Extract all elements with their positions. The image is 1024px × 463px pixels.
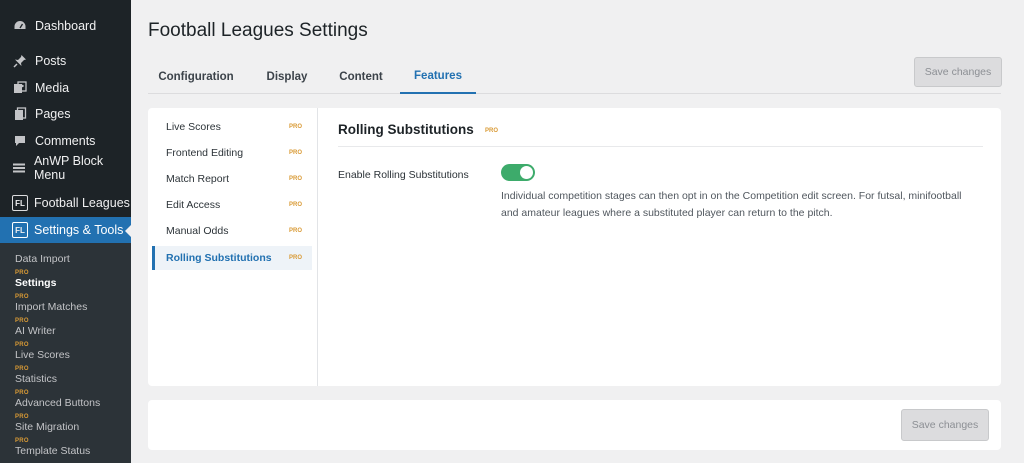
menu-label: Football Leagues <box>34 196 130 210</box>
fl-logo-icon: FL <box>12 195 28 211</box>
menu-label: Posts <box>35 54 67 68</box>
menu-label: Dashboard <box>35 19 97 33</box>
pin-icon <box>12 53 28 69</box>
submenu-item-import-matches[interactable]: Import Matches <box>15 301 87 313</box>
pro-badge: PRO <box>288 202 302 208</box>
pro-badge: PRO <box>15 366 29 372</box>
tab-configuration[interactable]: Configuration <box>150 60 242 94</box>
pro-badge: PRO <box>288 228 302 234</box>
pro-badge: PRO <box>15 390 29 396</box>
save-button-bottom[interactable]: Save changes <box>901 409 989 441</box>
pro-badge: PRO <box>288 150 302 156</box>
field-description: Individual competition stages can then o… <box>501 190 962 219</box>
settings-tabs: Configuration Display Content Features <box>148 60 1001 94</box>
menu-label: Settings & Tools <box>34 223 124 237</box>
pro-badge: PRO <box>15 318 29 324</box>
nav-label: Frontend Editing <box>166 147 244 159</box>
dashboard-icon <box>12 18 28 34</box>
toggle-knob <box>520 166 533 179</box>
media-icon <box>12 80 28 96</box>
features-nav-item-manual-odds[interactable]: Manual Odds PRO <box>152 219 312 243</box>
nav-label: Match Report <box>166 173 230 185</box>
tab-features[interactable]: Features <box>400 60 476 94</box>
nav-label: Live Scores <box>166 121 221 133</box>
features-nav-item-live-scores[interactable]: Live Scores PRO <box>152 115 312 139</box>
pro-badge: PRO <box>15 438 29 444</box>
nav-label: Manual Odds <box>166 225 229 237</box>
submenu-item-ai-writer[interactable]: AI Writer <box>15 325 56 337</box>
submenu-item-data-import[interactable]: Data Import <box>15 253 70 265</box>
pro-badge: PRO <box>15 342 29 348</box>
nav-label: Rolling Substitutions <box>166 252 272 264</box>
features-panel: Live Scores PRO Frontend Editing PRO Mat… <box>148 108 1001 386</box>
menu-item-posts[interactable]: Posts <box>0 48 131 74</box>
menu-label: Comments <box>35 134 96 148</box>
menu-item-comments[interactable]: Comments <box>0 128 131 154</box>
menu-label: Media <box>35 81 70 95</box>
pro-badge: PRO <box>485 128 499 134</box>
footer-panel <box>148 400 1001 450</box>
submenu-item-live-scores[interactable]: Live Scores <box>15 349 70 361</box>
save-button-top[interactable]: Save changes <box>914 57 1002 87</box>
submenu-item-template-status[interactable]: Template Status <box>15 445 90 457</box>
page-title: Football Leagues Settings <box>148 20 368 41</box>
pro-badge: PRO <box>15 294 29 300</box>
features-nav-item-edit-access[interactable]: Edit Access PRO <box>152 193 312 217</box>
admin-sidebar: Dashboard Posts Media Pages Comments AnW… <box>0 0 131 463</box>
menu-item-football-leagues[interactable]: FL Football Leagues <box>0 190 131 216</box>
pro-badge: PRO <box>288 176 302 182</box>
comment-icon <box>12 133 28 149</box>
pro-badge: PRO <box>288 124 302 130</box>
submenu: Data Import PRO Settings PRO Import Matc… <box>0 243 131 463</box>
menu-item-anwp-block-menu[interactable]: AnWP Block Menu <box>0 154 131 182</box>
features-nav-item-rolling-substitutions[interactable]: Rolling Substitutions PRO <box>152 246 312 270</box>
section-divider <box>338 146 983 147</box>
submenu-item-advanced-buttons[interactable]: Advanced Buttons <box>15 397 100 409</box>
menu-label: AnWP Block Menu <box>33 154 104 182</box>
menu-item-dashboard[interactable]: Dashboard <box>0 13 131 39</box>
nav-label: Edit Access <box>166 199 221 211</box>
section-title: Rolling Substitutions <box>338 122 474 137</box>
tab-display[interactable]: Display <box>252 60 322 94</box>
fl-logo-icon: FL <box>12 222 28 238</box>
submenu-item-statistics[interactable]: Statistics <box>15 373 57 385</box>
features-nav: Live Scores PRO Frontend Editing PRO Mat… <box>148 108 318 386</box>
pages-icon <box>12 106 28 122</box>
rolling-substitutions-toggle[interactable] <box>501 164 535 181</box>
submenu-item-site-migration[interactable]: Site Migration <box>15 421 79 433</box>
menu-item-pages[interactable]: Pages <box>0 101 131 127</box>
active-menu-arrow <box>125 225 131 237</box>
menu-lines-icon <box>12 160 27 176</box>
tab-content[interactable]: Content <box>328 60 394 94</box>
pro-badge: PRO <box>15 414 29 420</box>
menu-label: Pages <box>35 107 71 121</box>
field-label: Enable Rolling Substitutions <box>338 169 469 181</box>
menu-item-media[interactable]: Media <box>0 75 131 101</box>
submenu-item-settings[interactable]: Settings <box>15 277 56 289</box>
menu-item-settings-tools[interactable]: FL Settings & Tools <box>0 217 131 243</box>
features-nav-item-frontend-editing[interactable]: Frontend Editing PRO <box>152 141 312 165</box>
features-nav-item-match-report[interactable]: Match Report PRO <box>152 167 312 191</box>
pro-badge: PRO <box>15 270 29 276</box>
pro-badge: PRO <box>288 255 302 261</box>
